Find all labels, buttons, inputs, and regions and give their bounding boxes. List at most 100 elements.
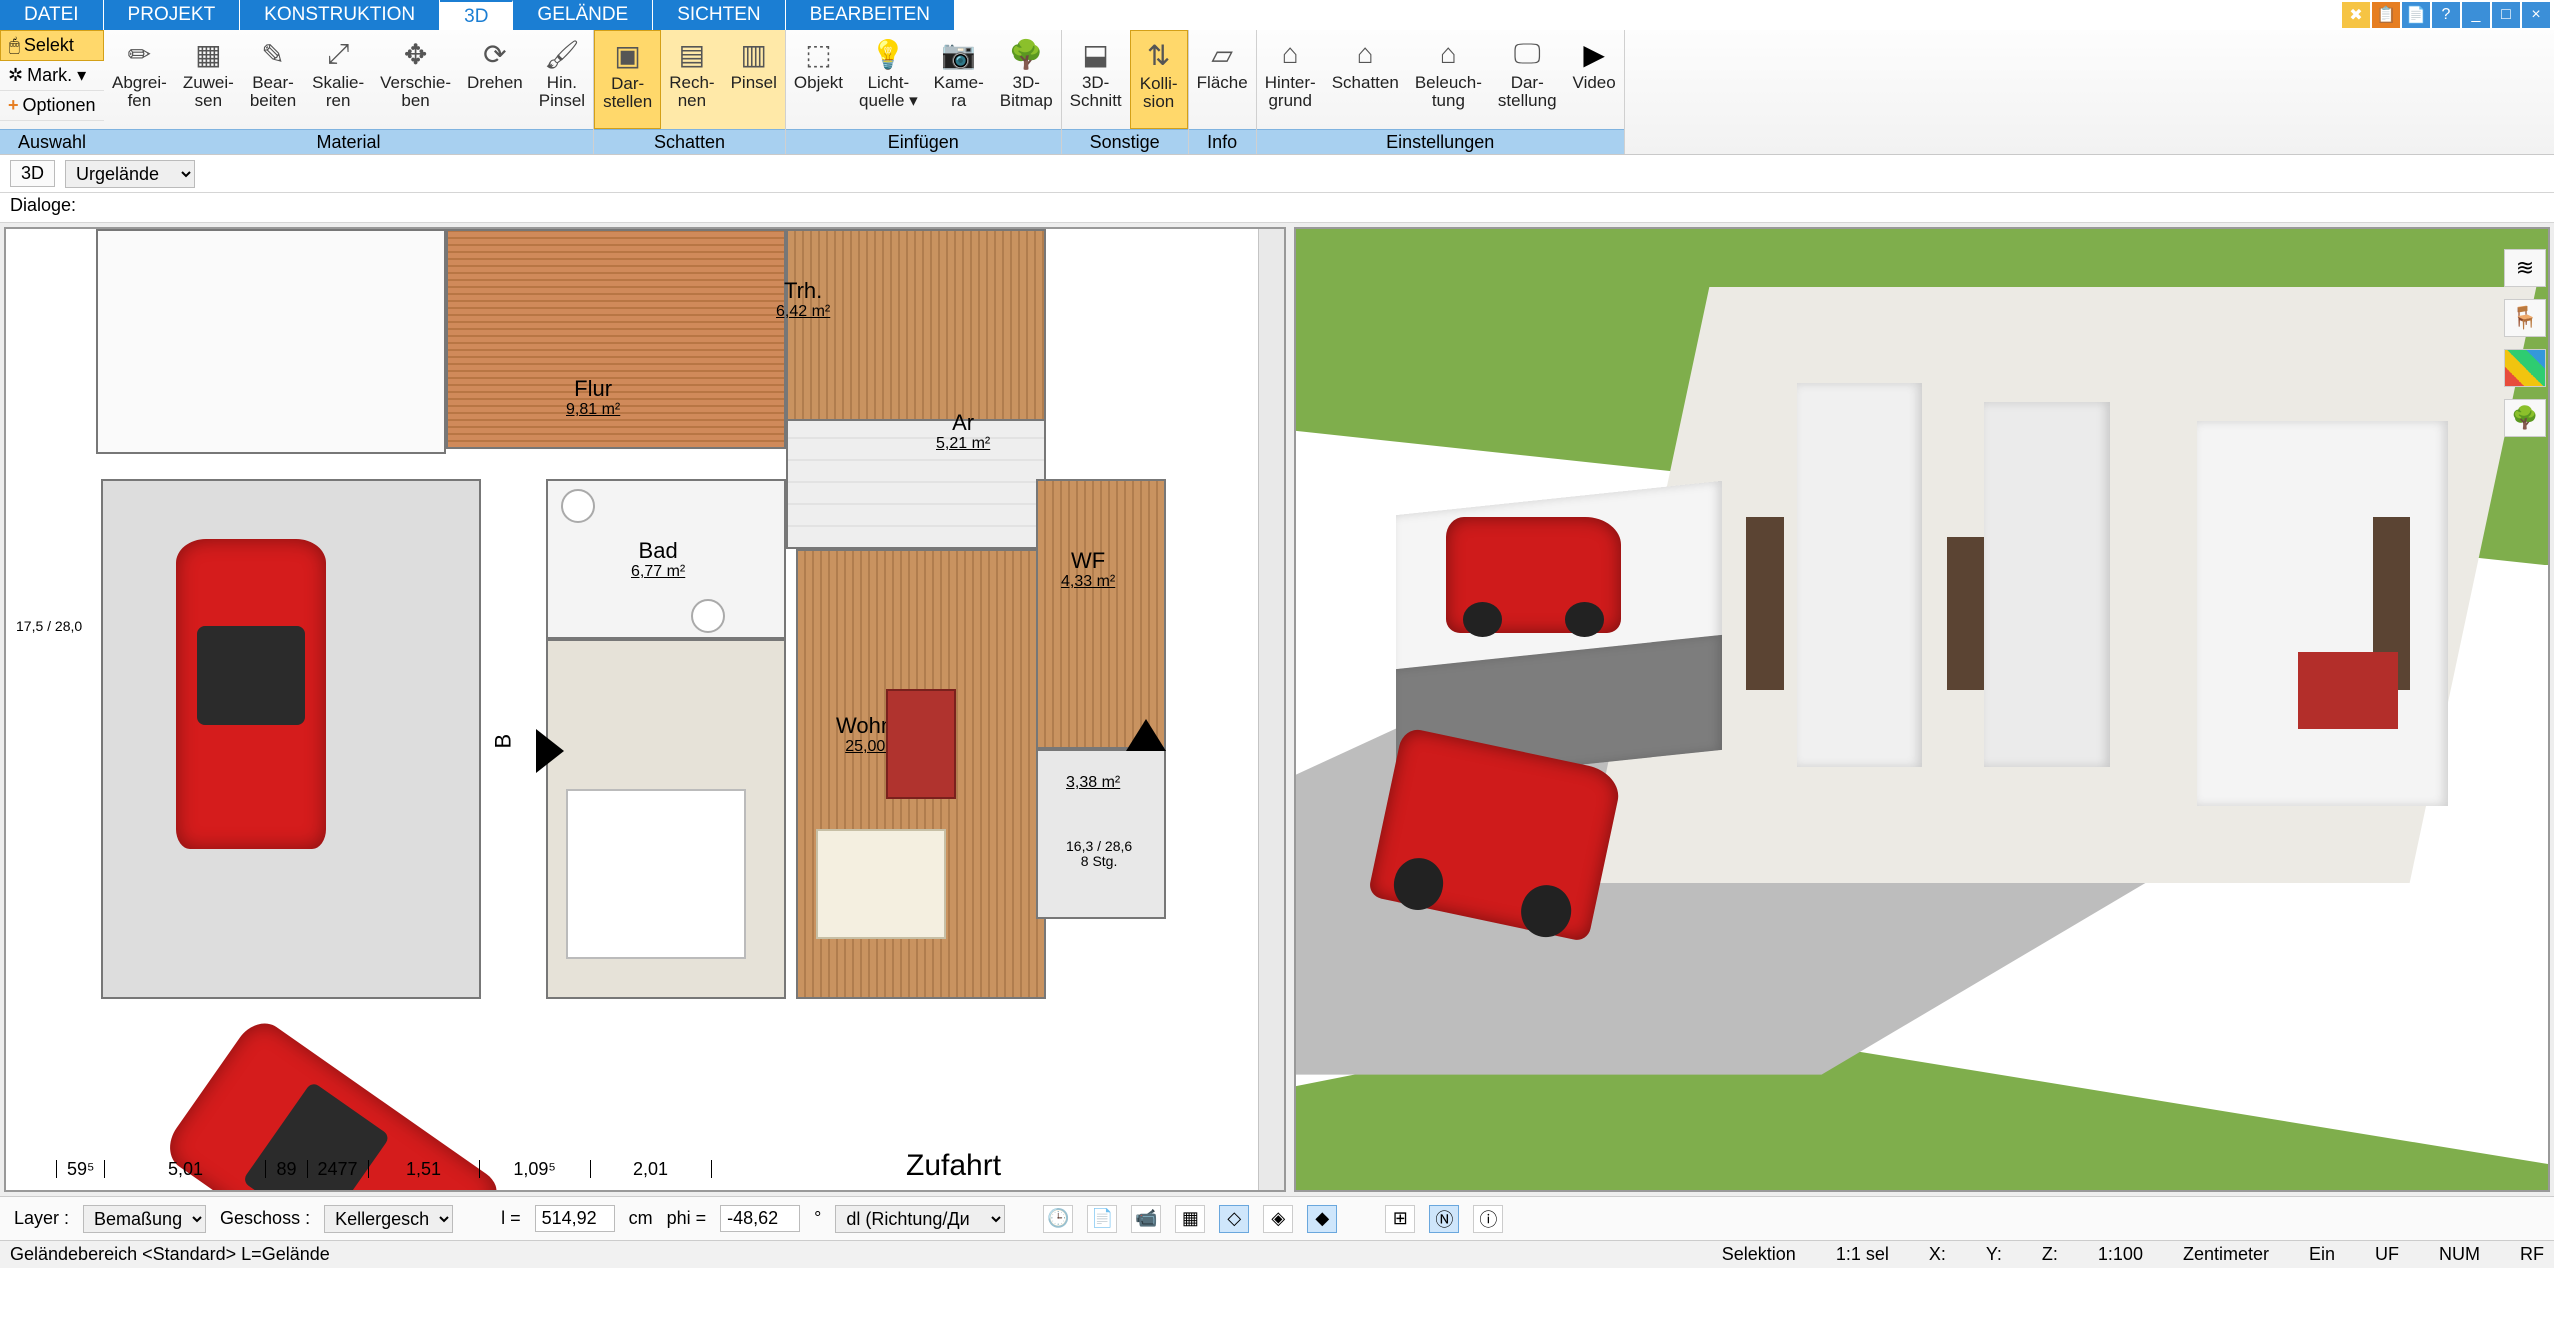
clipboard-icon[interactable]: 📋	[2372, 2, 2400, 28]
pinsel-button[interactable]: ▥Pinsel	[723, 30, 785, 129]
tab-gelaende[interactable]: GELÄNDE	[513, 0, 653, 30]
calc-icon: ▤	[672, 36, 712, 72]
selekt-button[interactable]: 🖱Selekt	[0, 30, 104, 61]
view3-icon[interactable]: ◆	[1307, 1205, 1337, 1233]
group-label-info: Info	[1189, 129, 1256, 154]
optionen-button[interactable]: +Optionen	[0, 91, 104, 121]
2d-scrollbar-vertical[interactable]	[1258, 229, 1284, 1190]
tab-projekt[interactable]: PROJEKT	[104, 0, 241, 30]
layer-label: Layer :	[14, 1208, 69, 1229]
darstellen-button[interactable]: ▣Dar-stellen	[594, 30, 661, 129]
status-z: Z:	[2042, 1244, 2058, 1265]
doc-icon[interactable]: 📄	[2402, 2, 2430, 28]
zuweisen-button[interactable]: ▦Zuwei-sen	[175, 30, 242, 129]
close-button[interactable]: ×	[2522, 2, 2550, 28]
hin-pinsel-button[interactable]: 🖌Hin.Pinsel	[531, 30, 593, 129]
grid-icon[interactable]: ⊞	[1385, 1205, 1415, 1233]
sofa-3d-icon	[2298, 652, 2398, 729]
furniture-icon[interactable]: 🪑	[2504, 299, 2546, 337]
phi-label: phi =	[667, 1208, 707, 1229]
3d-schnitt-button[interactable]: ⬓3D-Schnitt	[1062, 30, 1130, 129]
rechnen-button[interactable]: ▤Rech-nen	[661, 30, 722, 129]
help-icon[interactable]: ?	[2432, 2, 2460, 28]
status-scale: 1:100	[2098, 1244, 2143, 1265]
camera-icon: 📷	[939, 36, 979, 72]
ribbon-group-sonstige: ⬓3D-Schnitt ⇅Kolli-sion Sonstige	[1062, 30, 1189, 154]
3d-side-toolbar: ≋ 🪑 🌳	[2504, 249, 2550, 437]
maximize-button[interactable]: □	[2492, 2, 2520, 28]
collision-icon: ⇅	[1139, 37, 1179, 73]
mark-button[interactable]: ✲Mark. ▾	[0, 61, 104, 91]
window-controls: ✖ 📋 📄 ? _ □ ×	[2342, 0, 2554, 30]
layer-select[interactable]: Bemaßung	[83, 1205, 206, 1233]
bearbeiten-button[interactable]: ✎Bear-beiten	[242, 30, 304, 129]
tool-icon[interactable]: ✖	[2342, 2, 2370, 28]
tab-konstruktion[interactable]: KONSTRUKTION	[240, 0, 440, 30]
clock-icon[interactable]: 🕒	[1043, 1205, 1073, 1233]
table-icon	[816, 829, 946, 939]
skalieren-button[interactable]: ⤢Skalie-ren	[304, 30, 372, 129]
flaeche-button[interactable]: ▱Fläche	[1189, 30, 1256, 129]
ribbon-group-einstellungen: ⌂Hinter-grund ⌂Schatten ⌂Beleuch-tung 🖵D…	[1257, 30, 1625, 154]
view2-icon[interactable]: ◈	[1263, 1205, 1293, 1233]
content-area: Trh.6,42 m² Flur9,81 m² Ar5,21 m² Bad6,7…	[0, 223, 2554, 1196]
tab-datei[interactable]: DATEI	[0, 0, 104, 30]
info-icon[interactable]: ⓘ	[1473, 1205, 1503, 1233]
brush-icon: ▥	[734, 36, 774, 72]
plus-icon: +	[8, 95, 19, 116]
phi-input[interactable]	[720, 1205, 800, 1232]
minimize-button[interactable]: _	[2462, 2, 2490, 28]
3d-bitmap-button[interactable]: 🌳3D-Bitmap	[992, 30, 1061, 129]
cube-icon: ▣	[608, 37, 648, 73]
bottom-toolbar: Layer : Bemaßung Geschoss : Kellergesch …	[0, 1196, 2554, 1240]
l-label: l =	[501, 1208, 521, 1229]
tab-sichten[interactable]: SICHTEN	[653, 0, 785, 30]
kamera-button[interactable]: 📷Kame-ra	[926, 30, 992, 129]
drehen-button[interactable]: ⟳Drehen	[459, 30, 531, 129]
ribbon-group-einfuegen: ⬚Objekt 💡Licht-quelle ▾ 📷Kame-ra 🌳3D-Bit…	[786, 30, 1062, 154]
room-ar-area: 5,21 m²	[936, 435, 990, 453]
hintergrund-button[interactable]: ⌂Hinter-grund	[1257, 30, 1324, 129]
3d-view-pane[interactable]: ≋ 🪑 🌳	[1294, 227, 2550, 1192]
cam-icon[interactable]: 📹	[1131, 1205, 1161, 1233]
objekt-button[interactable]: ⬚Objekt	[786, 30, 851, 129]
tab-bearbeiten[interactable]: BEARBEITEN	[786, 0, 955, 30]
room-wf-area: 4,33 m²	[1061, 573, 1115, 591]
video-button[interactable]: ▶Video	[1565, 30, 1624, 129]
doc-icon[interactable]: 📄	[1087, 1205, 1117, 1233]
snap-icon[interactable]: Ⓝ	[1429, 1205, 1459, 1233]
ribbon-group-material: ✏Abgrei-fen ▦Zuwei-sen ✎Bear-beiten ⤢Ska…	[104, 30, 594, 154]
ribbon: 🖱Selekt ✲Mark. ▾ +Optionen Auswahl ✏Abgr…	[0, 30, 2554, 155]
room-ar-label: Ar	[952, 410, 974, 435]
assign-icon: ▦	[188, 36, 228, 72]
view1-icon[interactable]: ◇	[1219, 1205, 1249, 1233]
schatten-button[interactable]: ⌂Schatten	[1324, 30, 1407, 129]
geschoss-label: Geschoss :	[220, 1208, 310, 1229]
tab-3d[interactable]: 3D	[440, 0, 513, 30]
beleuchtung-button[interactable]: ⌂Beleuch-tung	[1407, 30, 1490, 129]
geschoss-select[interactable]: Kellergesch	[324, 1205, 453, 1233]
room-trh-area: 6,42 m²	[776, 303, 830, 321]
toilet-icon	[691, 599, 725, 633]
layer-icon[interactable]: ▦	[1175, 1205, 1205, 1233]
abgreifen-button[interactable]: ✏Abgrei-fen	[104, 30, 175, 129]
view-mode-pill[interactable]: 3D	[10, 160, 55, 187]
ribbon-group-schatten: ▣Dar-stellen ▤Rech-nen ▥Pinsel Schatten	[594, 30, 786, 154]
kollision-button[interactable]: ⇅Kolli-sion	[1130, 30, 1188, 129]
edit-icon: ✎	[253, 36, 293, 72]
2d-plan-pane[interactable]: Trh.6,42 m² Flur9,81 m² Ar5,21 m² Bad6,7…	[4, 227, 1286, 1192]
terrain-select[interactable]: Urgelände	[65, 160, 195, 188]
ribbon-group-info: ▱Fläche Info	[1189, 30, 1257, 154]
rotate-icon: ⟳	[475, 36, 515, 72]
group-label-einfuegen: Einfügen	[786, 129, 1061, 154]
l-input[interactable]	[535, 1205, 615, 1232]
layers-icon[interactable]: ≋	[2504, 249, 2546, 287]
brush-icon: 🖌	[542, 36, 582, 72]
room-trh-label: Trh.	[784, 278, 822, 303]
verschieben-button[interactable]: ✥Verschie-ben	[372, 30, 459, 129]
tree-icon[interactable]: 🌳	[2504, 399, 2546, 437]
palette-icon[interactable]	[2504, 349, 2546, 387]
lichtquelle-button[interactable]: 💡Licht-quelle ▾	[851, 30, 926, 129]
darstellung-button[interactable]: 🖵Dar-stellung	[1490, 30, 1565, 129]
dl-select[interactable]: dl (Richtung/Ди	[835, 1205, 1005, 1233]
